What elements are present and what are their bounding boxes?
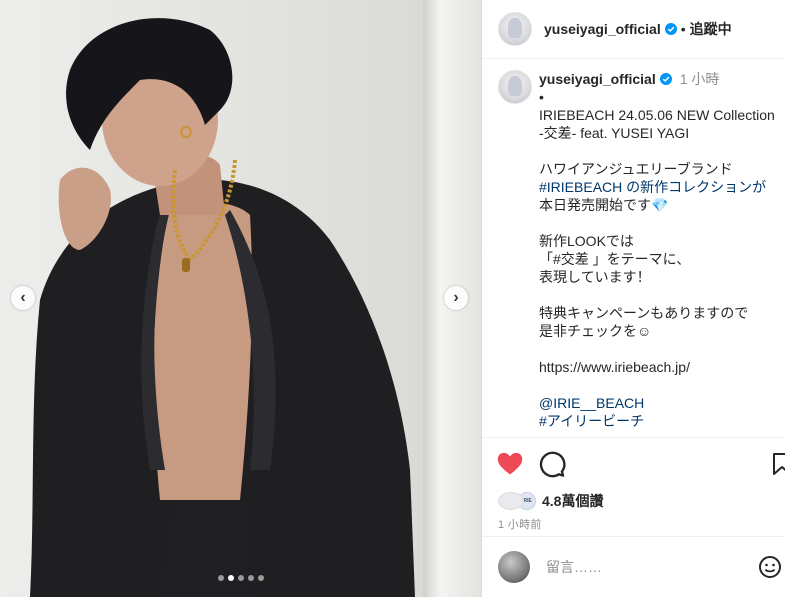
post-actions: IRIE 4.8萬個讚 1 小時前 bbox=[482, 437, 785, 532]
liker-avatar bbox=[498, 492, 524, 510]
carousel-dot bbox=[218, 575, 224, 581]
caption-line: 表現しています！ bbox=[539, 269, 651, 285]
caption-line: 特典キャンペーンもありますので bbox=[539, 305, 749, 321]
carousel-dot bbox=[258, 575, 264, 581]
caption-hashtag-line[interactable]: #IRIEBEACH の新作コレクションが bbox=[539, 178, 774, 196]
like-heart-icon[interactable] bbox=[496, 450, 524, 478]
carousel-dot bbox=[238, 575, 244, 581]
comment-input[interactable] bbox=[544, 558, 748, 576]
caption-bullet: • bbox=[539, 89, 544, 105]
post-sidebar: yuseiyagi_official • 追蹤中 yuseiyagi_offic… bbox=[481, 0, 785, 597]
viewer-avatar bbox=[498, 551, 530, 583]
author-username[interactable]: yuseiyagi_official bbox=[544, 21, 661, 37]
likes-count[interactable]: 4.8萬個讚 bbox=[542, 491, 603, 511]
author-avatar[interactable] bbox=[498, 12, 532, 46]
caption-gap bbox=[539, 142, 774, 160]
caption-line: ハワイアンジュエリーブランド bbox=[539, 161, 733, 177]
verified-badge-icon bbox=[659, 73, 672, 85]
following-button[interactable]: 追蹤中 bbox=[690, 19, 732, 39]
carousel-prev-button[interactable]: ‹ bbox=[11, 286, 35, 310]
caption-time[interactable]: 1 小時 bbox=[680, 70, 720, 88]
caption-hashtag[interactable]: #アイリービーチ bbox=[539, 412, 774, 430]
caption-username[interactable]: yuseiyagi_official bbox=[539, 70, 656, 88]
carousel-dot bbox=[248, 575, 254, 581]
caption-gap bbox=[539, 214, 774, 232]
caption-line: IRIEBEACH 24.05.06 NEW Collection bbox=[539, 107, 775, 123]
carousel-dot-active bbox=[228, 575, 234, 581]
carousel-next-button[interactable]: › bbox=[444, 286, 468, 310]
caption-link[interactable]: https://www.iriebeach.jp/ bbox=[539, 358, 774, 376]
caption-author-avatar[interactable] bbox=[498, 70, 532, 104]
post-timestamp[interactable]: 1 小時前 bbox=[482, 516, 785, 532]
comment-bar bbox=[482, 536, 785, 597]
caption-line: -交差- feat. YUSEI YAGI bbox=[539, 125, 690, 141]
caption-gap bbox=[539, 376, 774, 394]
caption-gap bbox=[539, 286, 774, 304]
comment-bubble-icon[interactable] bbox=[538, 450, 566, 478]
caption-line: 是非チェックを☺ bbox=[539, 323, 652, 339]
caption-area: yuseiyagi_official 1 小時 • IRIEBEACH 24.0… bbox=[482, 58, 785, 436]
verified-badge-icon bbox=[664, 23, 677, 35]
post-photo: ‹ › bbox=[0, 0, 481, 597]
caption-gap bbox=[539, 340, 774, 358]
post-header: yuseiyagi_official • 追蹤中 bbox=[482, 0, 785, 59]
likes-summary[interactable]: IRIE 4.8萬個讚 bbox=[482, 490, 785, 512]
caption-line: 本日発売開始です💎 bbox=[539, 197, 669, 213]
carousel-indicator bbox=[218, 575, 264, 581]
caption-text: yuseiyagi_official 1 小時 • IRIEBEACH 24.0… bbox=[539, 70, 775, 430]
header-separator: • bbox=[680, 21, 686, 37]
caption-line: 新作LOOKでは bbox=[539, 233, 634, 249]
caption-hashtag-line[interactable]: 「#交差 」をテーマに、 bbox=[539, 250, 774, 268]
caption-mention[interactable]: @IRIE__BEACH bbox=[539, 394, 774, 412]
model-figure bbox=[30, 18, 415, 597]
bookmark-icon[interactable] bbox=[770, 452, 785, 476]
emoji-icon[interactable] bbox=[758, 555, 782, 579]
